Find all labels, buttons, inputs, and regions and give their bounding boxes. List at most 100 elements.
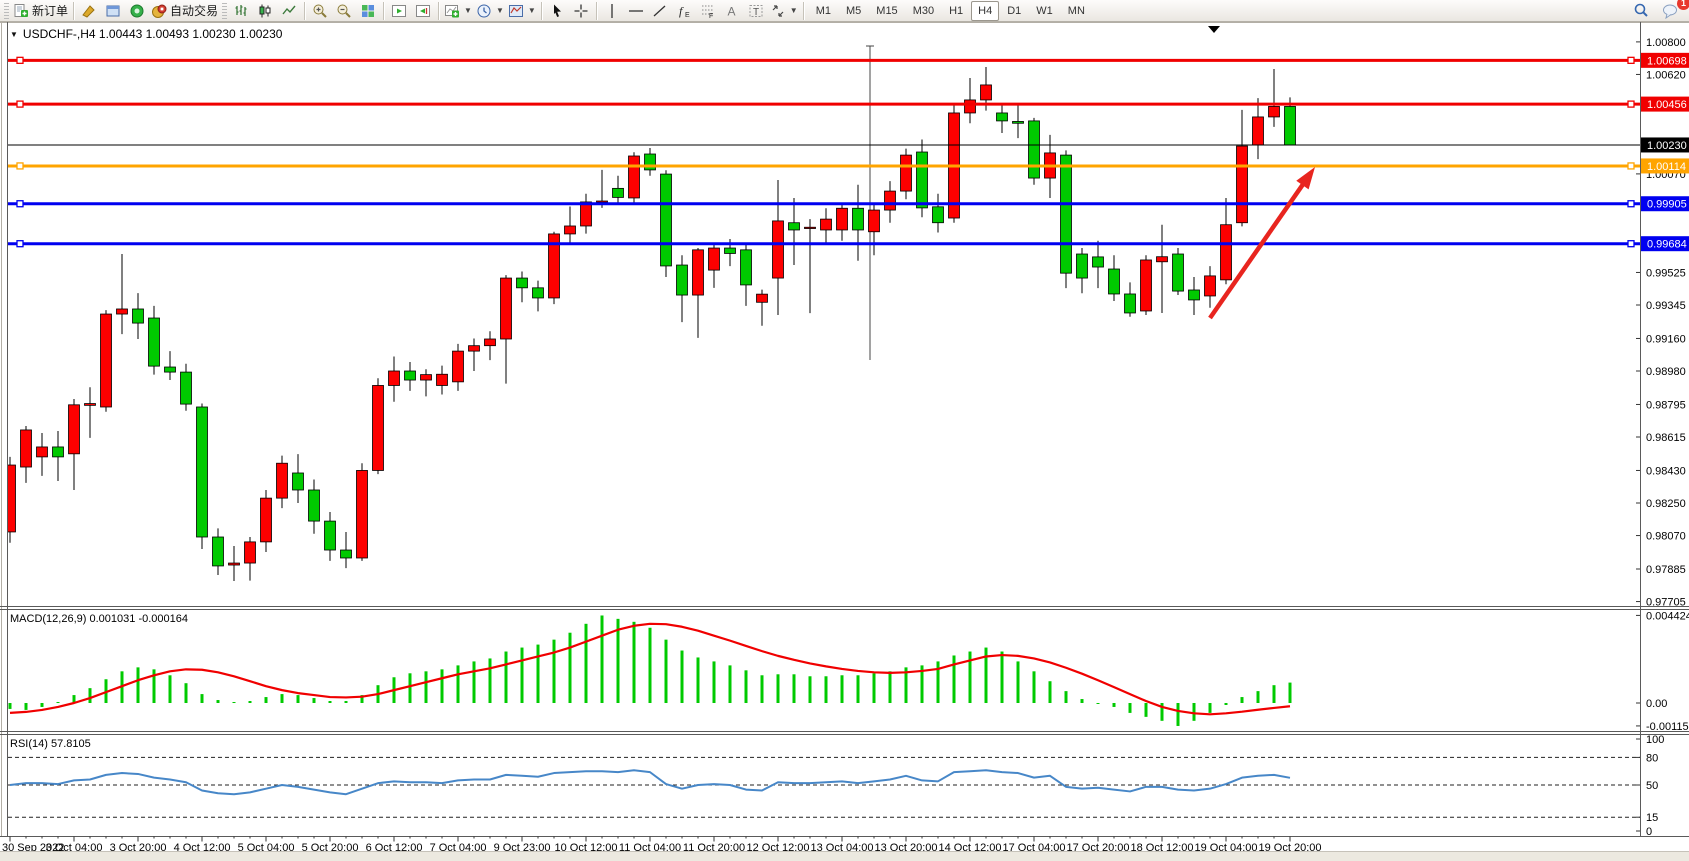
crosshair-button[interactable] [569, 1, 593, 21]
toolbar-grip[interactable] [222, 3, 227, 19]
macd-signal-value: -0.000164 [138, 613, 188, 625]
svg-text:0.98795: 0.98795 [1646, 399, 1686, 411]
svg-text:0.98430: 0.98430 [1646, 465, 1686, 477]
separator [73, 2, 74, 20]
hline-tool-button[interactable] [624, 1, 648, 21]
hline-icon [628, 3, 644, 19]
zoom-out-icon [336, 3, 352, 19]
timeframe-button-m1[interactable]: M1 [809, 1, 838, 21]
market-watch-button[interactable] [101, 1, 125, 21]
price-badge-1.00698: 1.00698 [1647, 55, 1687, 67]
notification-badge: 1 [1677, 0, 1689, 10]
separator [383, 2, 384, 20]
templates-button[interactable]: ▼ [506, 1, 538, 21]
svg-text:15: 15 [1646, 812, 1658, 824]
separator [438, 2, 439, 20]
vline-tool-button[interactable] [600, 1, 624, 21]
timeframe-button-h4[interactable]: H4 [971, 1, 999, 21]
text-tool-button[interactable]: A [720, 1, 744, 21]
fibo-channel-tool-button[interactable]: fE [672, 1, 696, 21]
chevron-down-icon[interactable]: ▼ [464, 6, 472, 15]
horizontal-lines[interactable] [8, 57, 1640, 246]
timeframe-button-mn[interactable]: MN [1061, 1, 1092, 21]
arrows-icon [770, 3, 786, 19]
bar-chart-button[interactable] [229, 1, 253, 21]
chart-canvas[interactable]: 1.008001.006201.000700.995250.993450.991… [0, 22, 1689, 851]
macd-axis[interactable]: 0.0044240.00-0.001158 [1636, 610, 1689, 733]
time-label: 14 Oct 12:00 [939, 842, 1002, 851]
indicators-button[interactable]: ▼ [442, 1, 474, 21]
cursor-icon [549, 3, 565, 19]
rsi-value: 57.8105 [51, 738, 91, 750]
svg-text:T: T [753, 7, 759, 18]
time-label: 9 Oct 23:00 [494, 842, 551, 851]
chevron-down-icon[interactable]: ▼ [496, 6, 504, 15]
svg-text:0.99345: 0.99345 [1646, 300, 1686, 312]
price-badge-1.00230: 1.00230 [1647, 140, 1687, 152]
timeframe-button-m30[interactable]: M30 [906, 1, 941, 21]
chart-shift-button[interactable] [411, 1, 435, 21]
candlestick-button[interactable] [253, 1, 277, 21]
styler-icon [81, 3, 97, 19]
timeframe-button-m15[interactable]: M15 [869, 1, 904, 21]
search-button[interactable] [1629, 1, 1653, 21]
separator [541, 2, 542, 20]
indicators-icon [444, 3, 460, 19]
chart-window[interactable]: 1.008001.006201.000700.995250.993450.991… [0, 22, 1689, 851]
rsi-indicator-label: RSI(14) 57.8105 [10, 738, 91, 750]
new-order-button[interactable]: 新订单 [11, 1, 70, 21]
svg-text:1.00620: 1.00620 [1646, 69, 1686, 81]
price-badge-1.00456: 1.00456 [1647, 99, 1687, 111]
fibo-retracement-tool-button[interactable]: F [696, 1, 720, 21]
svg-text:0.98615: 0.98615 [1646, 432, 1686, 444]
vline-icon [605, 3, 619, 19]
rsi-name: RSI(14) [10, 738, 48, 750]
time-label: 19 Oct 04:00 [1195, 842, 1258, 851]
timeframe-button-m5[interactable]: M5 [839, 1, 868, 21]
crosshair-icon [573, 3, 589, 19]
separator [596, 2, 597, 20]
cursor-button[interactable] [545, 1, 569, 21]
templates-icon [508, 3, 524, 19]
auto-scroll-button[interactable] [387, 1, 411, 21]
timeframe-button-w1[interactable]: W1 [1029, 1, 1060, 21]
time-axis[interactable]: 30 Sep 20223 Oct 04:003 Oct 20:004 Oct 1… [2, 837, 1322, 852]
data-window-button[interactable] [125, 1, 149, 21]
macd-indicator-label: MACD(12,26,9) 0.001031 -0.000164 [10, 613, 188, 625]
svg-text:0.97885: 0.97885 [1646, 564, 1686, 576]
timeframe-button-h1[interactable]: H1 [942, 1, 970, 21]
trendline-tool-button[interactable] [648, 1, 672, 21]
tile-windows-button[interactable] [356, 1, 380, 21]
autotrade-icon [151, 3, 167, 19]
market-watch-icon [105, 3, 121, 19]
zoom-in-button[interactable] [308, 1, 332, 21]
notifications-button[interactable]: 1 [1659, 1, 1683, 21]
label-tool-button[interactable]: T [744, 1, 768, 21]
time-label: 17 Oct 04:00 [1003, 842, 1066, 851]
candlesticks[interactable] [5, 67, 1296, 581]
chevron-down-icon[interactable]: ▼ [790, 6, 798, 15]
svg-text:-0.001158: -0.001158 [1646, 721, 1689, 733]
trendline-icon [652, 3, 668, 19]
svg-text:E: E [685, 12, 690, 19]
zoom-out-button[interactable] [332, 1, 356, 21]
auto-scroll-icon [391, 3, 407, 19]
chevron-down-icon[interactable]: ▼ [528, 6, 536, 15]
autotrade-button[interactable]: 自动交易 [149, 1, 220, 21]
price-axis[interactable]: 1.008001.006201.000700.995250.993450.991… [1636, 37, 1689, 609]
svg-text:0.97705: 0.97705 [1646, 597, 1686, 609]
svg-text:F: F [709, 13, 713, 19]
line-chart-button[interactable] [277, 1, 301, 21]
line-chart-icon [281, 3, 297, 19]
styler-button[interactable] [77, 1, 101, 21]
chevron-down-icon[interactable]: ▼ [10, 30, 18, 39]
chart-marker-icon [1208, 26, 1220, 33]
periods-button[interactable]: ▼ [474, 1, 506, 21]
zoom-in-icon [312, 3, 328, 19]
svg-text:0.99160: 0.99160 [1646, 333, 1686, 345]
toolbar-grip[interactable] [4, 3, 9, 19]
svg-text:1.00800: 1.00800 [1646, 37, 1686, 49]
fibo-channel-icon: fE [676, 3, 692, 19]
timeframe-button-d1[interactable]: D1 [1000, 1, 1028, 21]
arrows-tool-button[interactable]: ▼ [768, 1, 800, 21]
